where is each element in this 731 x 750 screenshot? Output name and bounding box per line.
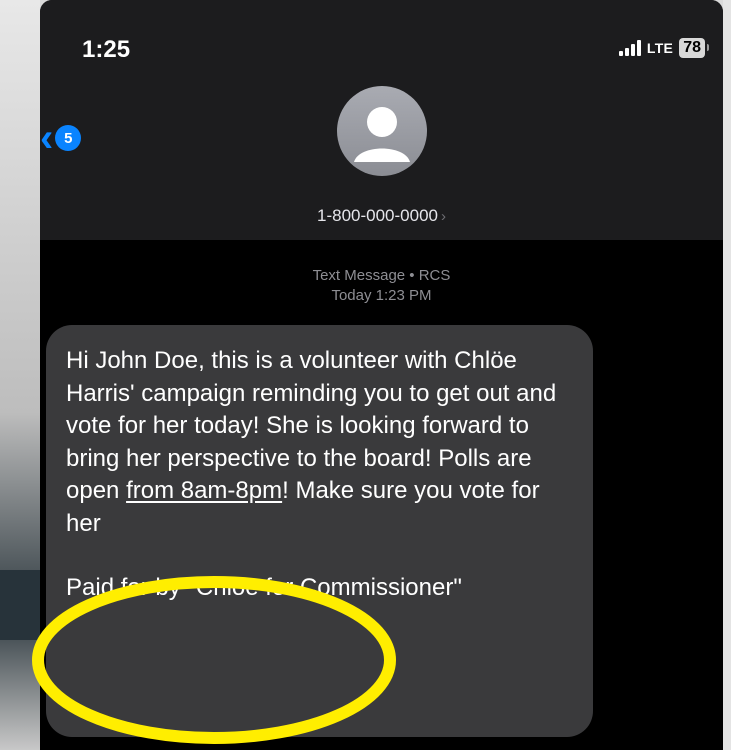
- contact-number: 1-800-000-0000: [317, 206, 438, 225]
- phone-screen: 1:25 LTE 78 ‹ 5 1-800-000-0000 › Text Mes…: [40, 0, 723, 750]
- message-service: Text Message • RCS: [312, 267, 451, 284]
- message-meta: Text Message • RCS Today 1:23 PM: [40, 266, 723, 306]
- status-indicators: LTE 78: [618, 38, 709, 58]
- contact-avatar[interactable]: [337, 86, 427, 176]
- contact-number-button[interactable]: 1-800-000-0000 ›: [40, 206, 723, 226]
- conversation-header: 1:25 LTE 78 ‹ 5 1-800-000-0000 ›: [40, 0, 723, 240]
- person-icon: [354, 107, 410, 162]
- paid-for-disclaimer: Paid for by "Chlöe for Commissioner": [66, 574, 462, 601]
- status-time: 1:25: [82, 36, 131, 63]
- unread-count-badge: 5: [55, 125, 82, 151]
- background-left: [0, 0, 40, 750]
- chevron-right-icon: ›: [440, 208, 446, 225]
- message-timestamp: Today 1:23 PM: [331, 287, 432, 304]
- background-right: [723, 0, 731, 750]
- background-band: [0, 570, 40, 640]
- back-button[interactable]: ‹ 5: [40, 116, 82, 160]
- message-body: Hi John Doe, this is a volunteer with Ch…: [66, 345, 573, 540]
- battery-icon: 78: [679, 38, 709, 58]
- signal-icon: [618, 40, 641, 56]
- time-range-link[interactable]: from 8am-8pm: [126, 477, 282, 504]
- chevron-left-icon: ‹: [40, 116, 54, 160]
- network-type: LTE: [646, 40, 674, 56]
- message-bubble[interactable]: Hi John Doe, this is a volunteer with Ch…: [46, 325, 593, 737]
